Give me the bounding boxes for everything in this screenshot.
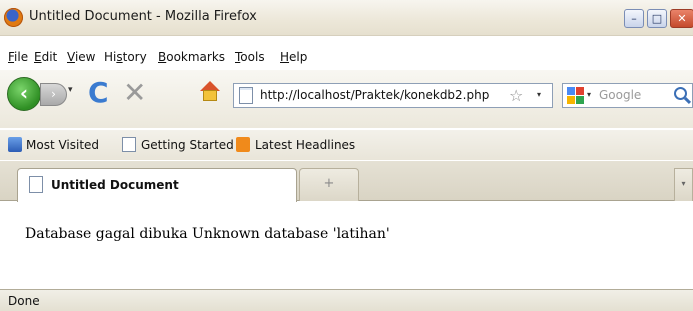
menu-tools[interactable]: Tools <box>235 50 265 64</box>
bookmarks-toolbar: Most Visited Getting Started Latest Head… <box>0 130 693 160</box>
tab-strip: Untitled Document + ▾ <box>0 161 693 202</box>
menu-bar: File Edit View History Bookmarks Tools H… <box>0 46 693 68</box>
new-tab-button[interactable]: + <box>299 168 359 201</box>
menu-bookmarks-accel: B <box>158 50 167 64</box>
bookmark-latest-headlines[interactable]: Latest Headlines <box>255 138 355 152</box>
home-button[interactable] <box>199 81 221 103</box>
bookmark-most-visited[interactable]: Most Visited <box>26 138 99 152</box>
rss-icon <box>236 137 250 152</box>
reload-button[interactable]: C <box>88 78 109 108</box>
close-button[interactable]: ✕ <box>670 9 693 28</box>
menu-history-pre: Hi <box>104 50 117 64</box>
menu-help[interactable]: Help <box>280 50 307 64</box>
site-identity-icon[interactable] <box>239 87 253 104</box>
engine-tile-blue <box>567 87 575 95</box>
error-message: Database gagal dibuka Unknown database '… <box>25 226 390 242</box>
menu-help-rest: elp <box>289 50 308 64</box>
menu-view-rest: iew <box>74 50 96 64</box>
window-title: Untitled Document - Mozilla Firefox <box>29 9 257 24</box>
tab-label: Untitled Document <box>51 178 179 192</box>
menu-edit-rest: dit <box>41 50 58 64</box>
menu-file[interactable]: File <box>8 50 28 64</box>
maximize-button[interactable]: □ <box>647 9 667 28</box>
search-icon[interactable] <box>674 87 687 100</box>
bookmark-star-icon[interactable]: ☆ <box>509 86 523 105</box>
engine-tile-green <box>576 96 584 104</box>
title-bar: Untitled Document - Mozilla Firefox – □ … <box>0 0 693 36</box>
status-text: Done <box>8 294 40 308</box>
engine-tile-red <box>576 87 584 95</box>
page-icon <box>122 137 136 152</box>
menu-tools-rest: ools <box>240 50 265 64</box>
page-content: Database gagal dibuka Unknown database '… <box>0 202 693 288</box>
menu-history-rest: tory <box>122 50 147 64</box>
status-bar: Done <box>0 289 693 311</box>
back-button[interactable]: ‹ <box>7 77 41 111</box>
menu-bookmarks[interactable]: Bookmarks <box>158 50 225 64</box>
tab-page-icon <box>29 176 43 193</box>
menu-history[interactable]: History <box>104 50 147 64</box>
menu-edit[interactable]: Edit <box>34 50 57 64</box>
home-icon <box>203 90 217 101</box>
bookmark-getting-started[interactable]: Getting Started <box>141 138 234 152</box>
url-history-dropdown-icon[interactable]: ▾ <box>537 90 541 99</box>
firefox-logo-icon <box>4 8 23 27</box>
list-all-tabs-button[interactable]: ▾ <box>674 168 693 201</box>
url-bar[interactable]: http://localhost/Praktek/konekdb2.php ☆ … <box>233 83 553 108</box>
engine-tile-yellow <box>567 96 575 104</box>
forward-button[interactable]: › <box>40 83 67 106</box>
menu-file-rest: ile <box>14 50 29 64</box>
most-visited-icon <box>8 137 22 152</box>
search-bar[interactable]: ▾ Google <box>562 83 693 108</box>
menu-view-accel: V <box>67 50 75 64</box>
search-engine-icon[interactable] <box>567 87 584 104</box>
menu-help-accel: H <box>280 50 290 64</box>
search-engine-dropdown-icon[interactable]: ▾ <box>587 90 591 99</box>
url-input[interactable]: http://localhost/Praktek/konekdb2.php <box>260 88 489 102</box>
minimize-button[interactable]: – <box>624 9 644 28</box>
search-input[interactable]: Google <box>599 88 641 102</box>
navigation-toolbar: ‹ › ▾ C ✕ http://localhost/Praktek/konek… <box>0 70 693 128</box>
menu-view[interactable]: View <box>67 50 95 64</box>
menu-edit-accel: E <box>34 50 42 64</box>
history-dropdown-icon[interactable]: ▾ <box>68 85 73 95</box>
menu-bookmarks-rest: ookmarks <box>166 50 226 64</box>
tab-untitled-document[interactable]: Untitled Document <box>17 168 297 202</box>
stop-button[interactable]: ✕ <box>123 78 146 108</box>
